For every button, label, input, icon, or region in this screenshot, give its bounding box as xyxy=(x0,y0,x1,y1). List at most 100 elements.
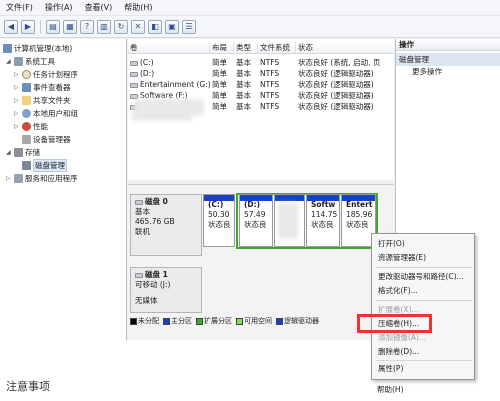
cell-status: 状态良好 (逻辑驱动器) xyxy=(298,80,374,89)
cell-type: 基本 xyxy=(236,69,251,78)
legend-item: 可用空间 xyxy=(236,316,272,326)
folder-icon xyxy=(22,95,31,105)
menu-item-explore[interactable]: 资源管理器(E) xyxy=(378,252,426,264)
disk-icon[interactable]: ▣ xyxy=(165,19,179,34)
col-volume[interactable]: 卷 xyxy=(128,42,210,54)
show-tree-icon[interactable]: ▦ xyxy=(63,19,77,34)
expand-arrow-icon[interactable]: ▷ xyxy=(14,123,20,130)
legend-item: 未分配 xyxy=(130,316,159,326)
col-filesystem[interactable]: 文件系统 xyxy=(258,42,296,54)
menu-item-format[interactable]: 格式化(F)... xyxy=(378,285,418,297)
table-row[interactable]: Entertainment (G:) 简单 基本 NTFS 状态良好 (逻辑驱动… xyxy=(128,79,394,90)
cell-filesystem: NTFS xyxy=(260,91,280,100)
computer-icon xyxy=(3,43,12,53)
tree-root[interactable]: 计算机管理(本地) xyxy=(3,42,72,54)
cell-status: 状态良好 (系统, 启动, 页 xyxy=(298,58,381,67)
tree-disk-management[interactable]: 磁盘管理 xyxy=(22,158,67,172)
legend-item: 主分区 xyxy=(163,316,192,326)
menu-item-add-mirror: 添加镜像(A)... xyxy=(378,333,427,342)
partition-software[interactable]: Softw 114.75 状态良 xyxy=(306,194,340,247)
menu-item-properties[interactable]: 属性(P) xyxy=(378,363,403,375)
col-layout[interactable]: 布局 xyxy=(210,42,234,54)
navigation-tree: 计算机管理(本地) ◢ 系统工具 ▷ 任务计划程序 ▷ 事件查看器 ▷ 共享文件… xyxy=(0,39,127,340)
tree-shared-folders[interactable]: ▷ 共享文件夹 xyxy=(14,94,71,106)
cell-status: 状态良好 (逻辑驱动器) xyxy=(298,69,374,78)
event-viewer-icon xyxy=(22,82,31,92)
menu-item-help[interactable]: 帮助(H) xyxy=(377,384,404,396)
menu-separator xyxy=(376,300,472,301)
disk1-header[interactable]: 磁盘 1 可移动 (J:) 无媒体 xyxy=(130,267,202,313)
volume-list-header: 卷 布局 类型 文件系统 状态 xyxy=(128,42,394,54)
list-view-icon[interactable]: ☰ xyxy=(182,19,196,34)
cell-filesystem: NTFS xyxy=(260,80,280,89)
cell-status: 状态良好 (逻辑驱动器) xyxy=(298,102,374,111)
tree-local-users[interactable]: ▷ 本地用户和组 xyxy=(14,107,78,119)
menu-help[interactable]: 帮助(H) xyxy=(124,2,152,13)
forward-icon[interactable]: ▶ xyxy=(21,19,35,34)
delete-icon[interactable]: ✕ xyxy=(131,19,145,34)
partition-d[interactable]: (D:) 57.49 状态良 xyxy=(239,194,273,247)
drive-icon xyxy=(130,60,138,66)
cell-layout: 简单 xyxy=(212,102,227,111)
legend-swatch xyxy=(276,317,283,325)
drive-icon xyxy=(130,71,138,77)
users-icon xyxy=(22,108,31,118)
tree-device-manager[interactable]: 设备管理器 xyxy=(22,133,71,145)
menu-file[interactable]: 文件(F) xyxy=(6,2,33,13)
table-row[interactable]: (C:) 简单 基本 NTFS 状态良好 (系统, 启动, 页 xyxy=(128,57,394,68)
actions-section-disk-management[interactable]: 磁盘管理 xyxy=(396,53,500,66)
services-icon xyxy=(14,173,23,183)
properties-icon[interactable]: ▥ xyxy=(97,19,111,34)
collapse-arrow-icon[interactable]: ◢ xyxy=(6,58,12,65)
help-icon[interactable]: ? xyxy=(80,19,94,34)
disk-icon xyxy=(135,272,143,278)
legend-swatch xyxy=(196,317,203,325)
tree-system-tools[interactable]: ◢ 系统工具 xyxy=(6,55,55,67)
col-status[interactable]: 状态 xyxy=(296,42,394,54)
disk-icon xyxy=(135,199,143,205)
expand-arrow-icon[interactable]: ▷ xyxy=(14,84,20,91)
menu-view[interactable]: 查看(V) xyxy=(85,2,113,13)
tree-storage[interactable]: ◢ 存储 xyxy=(6,146,40,158)
collapse-arrow-icon[interactable]: ◢ xyxy=(6,149,12,156)
tree-performance[interactable]: ▷ 性能 xyxy=(14,120,48,132)
disk0-header[interactable]: 磁盘 0 基本 465.76 GB 联机 xyxy=(130,194,202,256)
up-folder-icon[interactable]: ▤ xyxy=(46,19,60,34)
partition-legend: 未分配 主分区 扩展分区 可用空间 逻辑驱动器 xyxy=(130,316,390,326)
refresh-icon[interactable]: ↻ xyxy=(114,19,128,34)
menu-action[interactable]: 操作(A) xyxy=(45,2,73,13)
disk-settings-icon[interactable]: ◧ xyxy=(148,19,162,34)
partition-c[interactable]: (C:) 50.30 状态良 xyxy=(203,194,235,247)
menu-bar: 文件(F) 操作(A) 查看(V) 帮助(H) xyxy=(0,0,500,16)
clock-icon xyxy=(22,69,31,79)
expand-arrow-icon[interactable]: ▷ xyxy=(14,71,20,78)
cell-filesystem: NTFS xyxy=(260,102,280,111)
performance-icon xyxy=(22,121,31,131)
cell-filesystem: NTFS xyxy=(260,69,280,78)
tree-event-viewer[interactable]: ▷ 事件查看器 xyxy=(14,81,71,93)
legend-item: 逻辑驱动器 xyxy=(276,316,319,326)
tree-task-scheduler[interactable]: ▷ 任务计划程序 xyxy=(14,68,78,80)
tools-icon xyxy=(14,56,23,66)
tree-services-apps[interactable]: ▷ 服务和应用程序 xyxy=(6,172,78,184)
col-type[interactable]: 类型 xyxy=(234,42,258,54)
table-row[interactable]: (D:) 简单 基本 NTFS 状态良好 (逻辑驱动器) xyxy=(128,68,394,79)
expand-arrow-icon[interactable]: ▷ xyxy=(6,175,12,182)
cell-layout: 简单 xyxy=(212,80,227,89)
menu-item-change-letter[interactable]: 更改驱动器号和路径(C)... xyxy=(378,271,464,283)
cell-layout: 简单 xyxy=(212,69,227,78)
more-actions-link[interactable]: 更多操作 xyxy=(396,66,500,78)
drive-icon xyxy=(130,93,138,99)
cell-volume: Entertainment (G:) xyxy=(130,79,211,90)
menu-item-delete[interactable]: 删除卷(D)... xyxy=(378,346,419,358)
cell-type: 基本 xyxy=(236,102,251,111)
cell-type: 基本 xyxy=(236,91,251,100)
expand-arrow-icon[interactable]: ▷ xyxy=(14,97,20,104)
storage-icon xyxy=(14,147,23,157)
back-icon[interactable]: ◀ xyxy=(4,19,18,34)
volume-list: 卷 布局 类型 文件系统 状态 (C:) 简单 基本 NTFS 状态良好 (系统… xyxy=(128,39,394,180)
cell-status: 状态良好 (逻辑驱动器) xyxy=(298,91,374,100)
cell-volume: (D:) xyxy=(130,68,154,79)
menu-item-open[interactable]: 打开(O) xyxy=(378,238,405,250)
expand-arrow-icon[interactable]: ▷ xyxy=(14,110,20,117)
